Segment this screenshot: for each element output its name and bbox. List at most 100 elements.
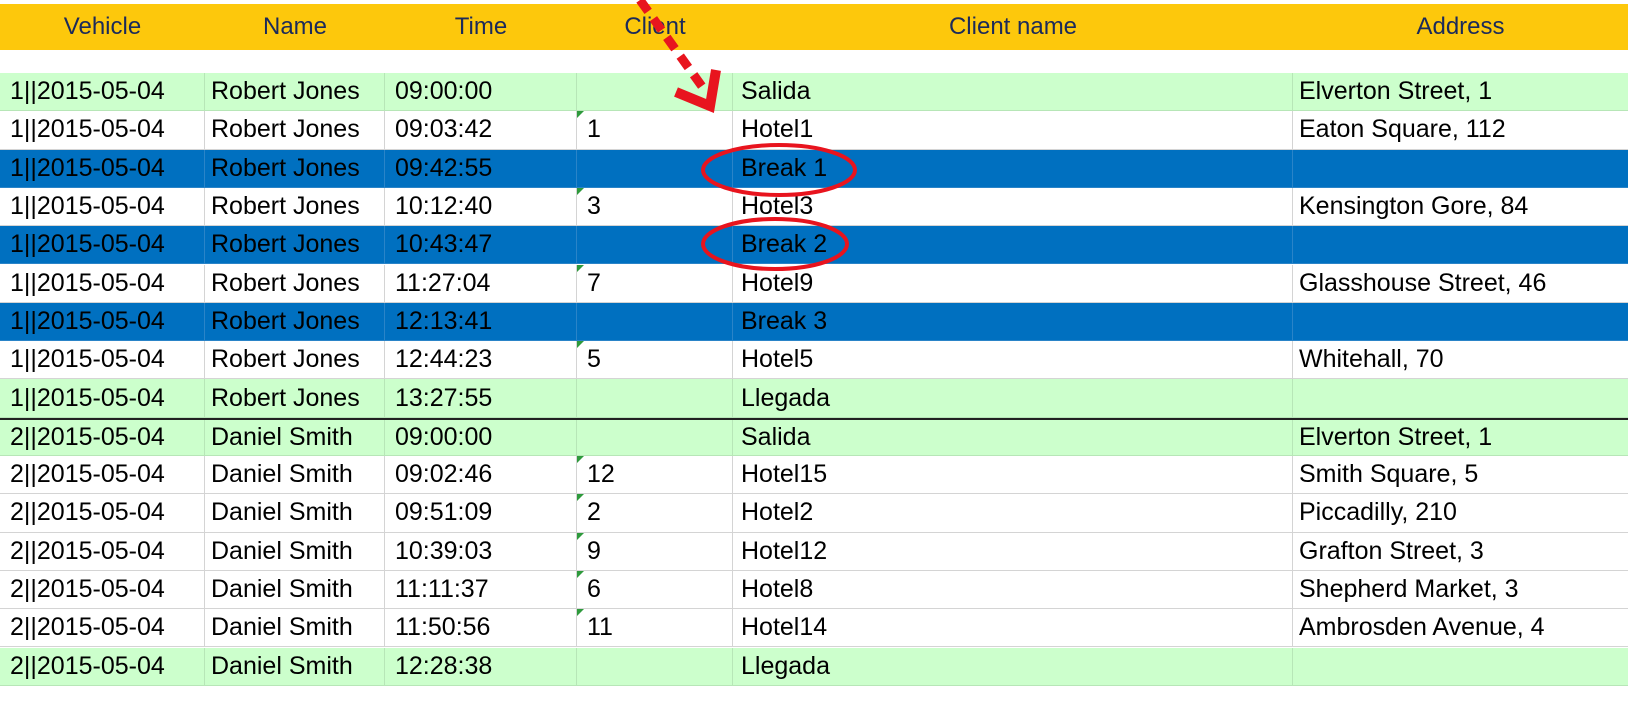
- cell-time[interactable]: 09:03:42: [385, 111, 577, 150]
- cell-name[interactable]: Robert Jones: [205, 73, 385, 112]
- cell-address[interactable]: Whitehall, 70: [1293, 341, 1628, 380]
- table-row[interactable]: 2||2015-05-04 Daniel Smith 09:02:46 12 Hotel…: [0, 456, 1628, 495]
- cell-name[interactable]: Robert Jones: [205, 226, 385, 265]
- cell-name[interactable]: Daniel Smith: [205, 609, 385, 648]
- table-row[interactable]: 1||2015-05-04 Robert Jones 09:42:55 Break 1: [0, 149, 1628, 188]
- table-row[interactable]: 1||2015-05-04 Robert Jones 11:27:04 7 Hotel9…: [0, 264, 1628, 303]
- cell-client[interactable]: 12: [577, 456, 733, 495]
- cell-time[interactable]: 09:51:09: [385, 494, 577, 533]
- cell-address[interactable]: Ambrosden Avenue, 4: [1293, 609, 1628, 648]
- cell-vehicle[interactable]: 2||2015-05-04: [0, 570, 205, 610]
- cell-name[interactable]: Daniel Smith: [205, 456, 385, 495]
- cell-time[interactable]: 11:27:04: [385, 264, 577, 303]
- cell-time[interactable]: 09:42:55: [385, 149, 577, 188]
- table-row[interactable]: 1||2015-05-04 Robert Jones 10:12:40 3 Hotel3…: [0, 187, 1628, 227]
- header-client-name[interactable]: Client name: [733, 4, 1293, 50]
- cell-client-name[interactable]: Hotel9: [733, 264, 1293, 303]
- cell-client[interactable]: 5: [577, 341, 733, 380]
- cell-vehicle[interactable]: 1||2015-05-04: [0, 302, 205, 342]
- cell-address[interactable]: [1293, 303, 1628, 342]
- cell-name[interactable]: Robert Jones: [205, 379, 385, 418]
- cell-time[interactable]: 10:39:03: [385, 532, 577, 571]
- cell-name[interactable]: Daniel Smith: [205, 494, 385, 533]
- cell-vehicle[interactable]: 1||2015-05-04: [0, 264, 205, 303]
- cell-client[interactable]: [577, 226, 733, 265]
- cell-address[interactable]: [1293, 648, 1628, 686]
- cell-client-name[interactable]: Hotel2: [733, 494, 1293, 533]
- table-row[interactable]: 1||2015-05-04 Robert Jones 12:13:41 Break 3: [0, 302, 1628, 342]
- cell-client-name[interactable]: Hotel1: [733, 111, 1293, 150]
- cell-name[interactable]: Daniel Smith: [205, 532, 385, 571]
- cell-name[interactable]: Robert Jones: [205, 341, 385, 380]
- cell-client[interactable]: 3: [577, 187, 733, 227]
- cell-address[interactable]: [1293, 150, 1628, 188]
- cell-time[interactable]: 11:50:56: [385, 609, 577, 648]
- cell-client-name[interactable]: Hotel15: [733, 456, 1293, 495]
- cell-client[interactable]: 6: [577, 570, 733, 610]
- cell-name[interactable]: Robert Jones: [205, 111, 385, 150]
- cell-client[interactable]: [577, 419, 733, 456]
- cell-client-name[interactable]: Hotel3: [733, 187, 1293, 227]
- cell-client[interactable]: [577, 73, 733, 112]
- cell-address[interactable]: Piccadilly, 210: [1293, 494, 1628, 533]
- cell-vehicle[interactable]: 1||2015-05-04: [0, 226, 205, 265]
- cell-client-name[interactable]: Hotel12: [733, 532, 1293, 571]
- cell-address[interactable]: Grafton Street, 3: [1293, 533, 1628, 571]
- cell-client-name[interactable]: Break 3: [733, 302, 1293, 342]
- cell-name[interactable]: Robert Jones: [205, 302, 385, 342]
- cell-time[interactable]: 09:00:00: [385, 419, 577, 456]
- header-address[interactable]: Address: [1293, 4, 1628, 50]
- table-row[interactable]: 2||2015-05-04 Daniel Smith 09:51:09 2 Hotel2…: [0, 494, 1628, 533]
- cell-vehicle[interactable]: 1||2015-05-04: [0, 73, 205, 112]
- cell-client-name[interactable]: Break 2: [733, 226, 1293, 265]
- cell-address[interactable]: [1293, 379, 1628, 418]
- header-name[interactable]: Name: [205, 4, 385, 50]
- cell-time[interactable]: 11:11:37: [385, 570, 577, 610]
- cell-client[interactable]: [577, 149, 733, 188]
- cell-vehicle[interactable]: 1||2015-05-04: [0, 341, 205, 380]
- cell-vehicle[interactable]: 2||2015-05-04: [0, 532, 205, 571]
- cell-vehicle[interactable]: 2||2015-05-04: [0, 647, 205, 686]
- table-row[interactable]: 1||2015-05-04 Robert Jones 13:27:55 Llegada: [0, 379, 1628, 418]
- cell-address[interactable]: Elverton Street, 1: [1293, 420, 1628, 456]
- cell-name[interactable]: Robert Jones: [205, 149, 385, 188]
- cell-client[interactable]: [577, 302, 733, 342]
- cell-name[interactable]: Daniel Smith: [205, 570, 385, 610]
- cell-address[interactable]: [1293, 226, 1628, 265]
- cell-time[interactable]: 12:44:23: [385, 341, 577, 380]
- cell-client[interactable]: [577, 647, 733, 686]
- table-row[interactable]: 1||2015-05-04 Robert Jones 09:00:00 Salida E…: [0, 73, 1628, 112]
- cell-client-name[interactable]: Break 1: [733, 149, 1293, 188]
- table-row[interactable]: 2||2015-05-04 Daniel Smith 09:00:00 Salida E…: [0, 417, 1628, 456]
- cell-client-name[interactable]: Hotel8: [733, 570, 1293, 610]
- cell-vehicle[interactable]: 1||2015-05-04: [0, 111, 205, 150]
- table-row[interactable]: 2||2015-05-04 Daniel Smith 10:39:03 9 Hotel1…: [0, 532, 1628, 571]
- cell-vehicle[interactable]: 2||2015-05-04: [0, 419, 205, 456]
- cell-client-name[interactable]: Hotel5: [733, 341, 1293, 380]
- cell-address[interactable]: Shepherd Market, 3: [1293, 571, 1628, 610]
- cell-time[interactable]: 09:02:46: [385, 456, 577, 495]
- cell-vehicle[interactable]: 1||2015-05-04: [0, 149, 205, 188]
- cell-vehicle[interactable]: 2||2015-05-04: [0, 609, 205, 648]
- cell-vehicle[interactable]: 2||2015-05-04: [0, 494, 205, 533]
- cell-client-name[interactable]: Salida: [733, 419, 1293, 456]
- header-vehicle[interactable]: Vehicle: [0, 4, 205, 50]
- cell-name[interactable]: Daniel Smith: [205, 647, 385, 686]
- table-row[interactable]: 2||2015-05-04 Daniel Smith 11:11:37 6 Hotel8…: [0, 570, 1628, 610]
- cell-client-name[interactable]: Llegada: [733, 379, 1293, 418]
- cell-vehicle[interactable]: 1||2015-05-04: [0, 379, 205, 418]
- cell-address[interactable]: Elverton Street, 1: [1293, 73, 1628, 112]
- cell-client-name[interactable]: Salida: [733, 73, 1293, 112]
- header-time[interactable]: Time: [385, 4, 577, 50]
- cell-client[interactable]: 2: [577, 494, 733, 533]
- table-row[interactable]: 2||2015-05-04 Daniel Smith 11:50:56 11 Hotel…: [0, 609, 1628, 648]
- cell-address[interactable]: Smith Square, 5: [1293, 456, 1628, 495]
- cell-address[interactable]: Glasshouse Street, 46: [1293, 265, 1628, 303]
- header-client[interactable]: Client: [577, 4, 733, 50]
- cell-time[interactable]: 12:13:41: [385, 302, 577, 342]
- cell-name[interactable]: Daniel Smith: [205, 419, 385, 456]
- cell-name[interactable]: Robert Jones: [205, 264, 385, 303]
- cell-client-name[interactable]: Llegada: [733, 647, 1293, 686]
- cell-client[interactable]: 7: [577, 264, 733, 303]
- cell-time[interactable]: 13:27:55: [385, 379, 577, 418]
